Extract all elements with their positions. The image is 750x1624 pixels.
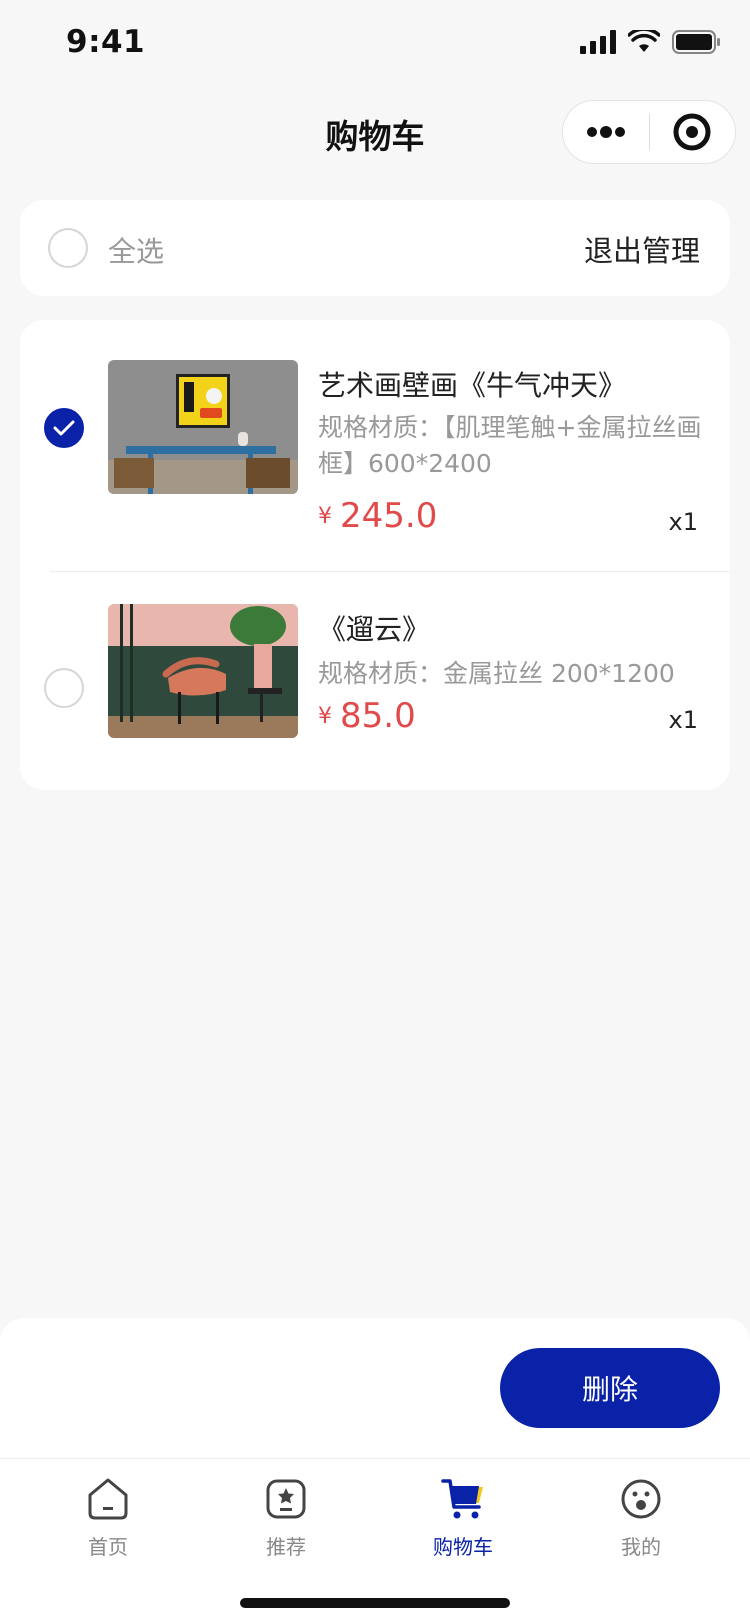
product-photo-chair xyxy=(108,604,298,738)
cart-item[interactable]: 《遛云》 规格材质：金属拉丝 200*1200 ¥85.0 x1 xyxy=(20,572,730,790)
action-bar: 删除 xyxy=(0,1318,750,1458)
currency-symbol: ¥ xyxy=(318,503,332,529)
tab-recommend[interactable]: 推荐 xyxy=(226,1475,346,1560)
tab-label: 我的 xyxy=(621,1535,661,1559)
mini-program-capsule xyxy=(562,100,736,164)
star-box-icon xyxy=(266,1479,306,1519)
product-photo-art xyxy=(108,360,298,494)
select-all-label: 全选 xyxy=(108,235,165,268)
wifi-icon xyxy=(628,30,660,52)
tab-home[interactable]: 首页 xyxy=(48,1475,168,1560)
select-all-checkbox[interactable] xyxy=(48,228,88,268)
product-spec: 规格材质：【肌理笔触+金属拉丝画框】600*2400 xyxy=(318,413,702,478)
currency-symbol: ¥ xyxy=(318,703,332,729)
more-button[interactable] xyxy=(563,101,649,163)
home-indicator xyxy=(240,1598,510,1608)
cart-item[interactable]: 艺术画壁画《牛气冲天》 规格材质：【肌理笔触+金属拉丝画框】600*2400 ¥… xyxy=(20,320,730,572)
product-quantity: x1 xyxy=(668,508,698,536)
price-value: 85.0 xyxy=(340,696,416,736)
tab-label: 推荐 xyxy=(266,1535,306,1559)
product-title: 艺术画壁画《牛气冲天》 xyxy=(318,369,627,402)
price-value: 245.0 xyxy=(340,496,438,536)
product-spec: 规格材质：金属拉丝 200*1200 xyxy=(318,659,675,688)
product-quantity: x1 xyxy=(668,706,698,734)
product-price: ¥245.0 xyxy=(318,496,437,536)
item-checkbox[interactable] xyxy=(44,668,84,708)
tab-cart[interactable]: 购物车 xyxy=(403,1475,523,1560)
more-dots-icon xyxy=(586,126,625,138)
cart-list: 艺术画壁画《牛气冲天》 规格材质：【肌理笔触+金属拉丝画框】600*2400 ¥… xyxy=(20,320,730,790)
product-title: 《遛云》 xyxy=(318,613,431,646)
close-mini-program-button[interactable] xyxy=(650,101,736,163)
delete-button[interactable]: 删除 xyxy=(500,1348,720,1428)
product-price: ¥85.0 xyxy=(318,696,416,736)
item-checkbox[interactable] xyxy=(44,408,84,448)
product-image[interactable] xyxy=(108,604,298,738)
tab-mine[interactable]: 我的 xyxy=(581,1475,701,1560)
status-bar: 9:41 xyxy=(0,0,750,88)
cart-icon xyxy=(441,1479,483,1519)
tab-label: 首页 xyxy=(88,1535,128,1559)
exit-manage-button[interactable]: 退出管理 xyxy=(584,228,700,270)
select-all-bar: 全选 退出管理 xyxy=(20,200,730,296)
signal-icon xyxy=(580,30,616,54)
status-icons xyxy=(580,30,722,54)
target-icon xyxy=(673,113,711,151)
smiley-icon xyxy=(621,1479,661,1519)
battery-icon xyxy=(672,30,720,54)
check-icon xyxy=(53,420,75,436)
home-icon xyxy=(88,1478,128,1520)
product-image[interactable] xyxy=(108,360,298,494)
status-time: 9:41 xyxy=(66,24,146,60)
nav-bar: 购物车 xyxy=(0,88,750,176)
tab-label: 购物车 xyxy=(433,1535,493,1559)
